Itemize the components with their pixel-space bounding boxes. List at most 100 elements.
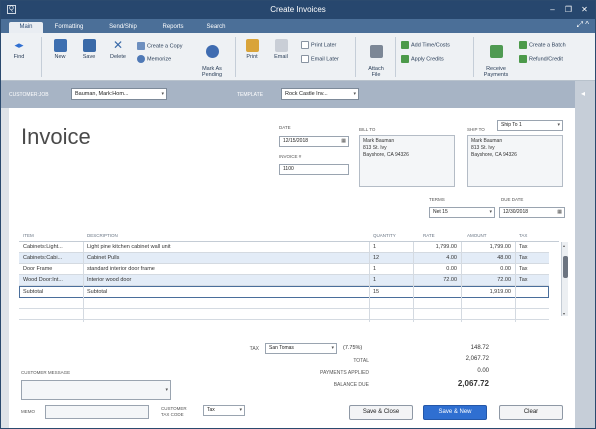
col-rate-header[interactable]: RATE	[423, 233, 435, 238]
customer-job-label: CUSTOMER:JOB	[9, 92, 49, 98]
tax-label: TAX	[249, 346, 259, 352]
clear-button[interactable]: Clear	[499, 405, 563, 420]
col-item-header[interactable]: ITEM	[23, 233, 34, 238]
page-title: Invoice	[21, 124, 91, 149]
chevron-down-icon: ▾	[489, 209, 492, 215]
col-tax-header[interactable]: TAX	[519, 233, 527, 238]
tab-search[interactable]: Search	[199, 22, 233, 33]
printer-icon	[245, 39, 259, 52]
memo-label: MEMO	[21, 409, 35, 414]
terms-label: TERMS	[429, 197, 445, 202]
date-label: DATE	[279, 125, 291, 130]
balance-due-label: BALANCE DUE	[333, 382, 369, 388]
template-label: TEMPLATE	[237, 92, 264, 98]
expand-collapse-icon[interactable]: ⤢ ^	[577, 20, 589, 30]
scroll-up-icon[interactable]: ▴	[563, 243, 565, 248]
save-icon	[82, 39, 96, 52]
terms-select[interactable]: Net 15 ▾	[429, 207, 495, 218]
customer-tax-code-select[interactable]: Tax ▾	[203, 405, 245, 416]
table-row[interactable]: Cabinets:Cabi... Cabinet Pulls 12 4.00 4…	[19, 253, 549, 264]
tab-formatting[interactable]: Formatting	[49, 22, 89, 33]
table-row-selected[interactable]: Subtotal Subtotal 15 1,919.00	[19, 286, 549, 298]
calendar-icon[interactable]: ▦	[557, 208, 562, 217]
chevron-down-icon: ▾	[161, 91, 164, 97]
create-batch-button[interactable]: Create a Batch	[519, 41, 566, 49]
save-button[interactable]: Save	[77, 39, 101, 60]
save-new-button[interactable]: Save & New	[423, 405, 487, 420]
save-close-button[interactable]: Save & Close	[349, 405, 413, 420]
tax-rate: (7.75%)	[343, 345, 363, 351]
customer-message-label: CUSTOMER MESSAGE	[21, 370, 71, 375]
memorize-icon	[137, 55, 145, 63]
title-bar: Q Create Invoices – ❐ ✕	[1, 1, 595, 19]
table-row-empty[interactable]	[19, 298, 549, 309]
tab-reports[interactable]: Reports	[155, 22, 191, 33]
receive-payments-button[interactable]: Receive Payments	[479, 39, 513, 78]
add-time-costs-button[interactable]: Add Time/Costs	[401, 41, 450, 49]
invoice-form: Invoice DATE 12/15/2018 ▦ INVOICE # 1100 …	[9, 108, 575, 428]
memorize-button[interactable]: Memorize	[137, 55, 171, 63]
chevron-down-icon: ▾	[557, 122, 560, 128]
bill-to-address[interactable]: Mark Bauman 813 St. Ivy Bayshore, CA 943…	[359, 135, 455, 187]
col-quantity-header[interactable]: QUANTITY	[373, 233, 396, 238]
attach-file-button[interactable]: Attach File	[363, 39, 389, 78]
refund-credit-button[interactable]: Refund/Credit	[519, 55, 563, 63]
history-panel-toggle[interactable]: ◂	[575, 81, 595, 428]
invoice-number-field[interactable]: 1100	[279, 164, 349, 175]
new-document-icon	[53, 39, 67, 52]
chevron-down-icon: ▾	[239, 407, 242, 413]
close-button[interactable]: ✕	[579, 4, 590, 15]
email-later-checkbox[interactable]: Email Later	[301, 55, 339, 63]
due-date-field[interactable]: 12/30/2018 ▦	[499, 207, 565, 218]
window-title: Create Invoices	[270, 5, 326, 14]
chevron-down-icon: ▾	[165, 387, 168, 393]
table-row-empty[interactable]	[19, 309, 549, 320]
email-button[interactable]: Email	[269, 39, 293, 60]
email-icon	[274, 39, 288, 52]
create-copy-button[interactable]: Create a Copy	[137, 42, 182, 50]
table-scrollbar[interactable]: ▴ ▾	[561, 242, 568, 316]
credits-icon	[401, 55, 409, 63]
tab-main[interactable]: Main	[9, 22, 43, 33]
expand-panel-icon: ◂	[581, 89, 586, 98]
customer-tax-code-label: CUSTOMER TAX CODE	[161, 406, 187, 417]
template-select[interactable]: Rock Castle Inv... ▾	[281, 88, 359, 100]
restore-button[interactable]: ❐	[563, 4, 574, 15]
tax-item-select[interactable]: San Tomas ▾	[265, 343, 337, 354]
ship-to-select[interactable]: Ship To 1 ▾	[497, 120, 563, 131]
table-header: ITEM DESCRIPTION QUANTITY RATE AMOUNT TA…	[19, 230, 559, 242]
chevron-down-icon: ▾	[331, 345, 334, 351]
ship-to-label: SHIP TO	[467, 127, 485, 132]
print-later-checkbox[interactable]: Print Later	[301, 41, 336, 49]
new-button[interactable]: New	[49, 39, 71, 60]
table-row[interactable]: Cabinets:Light... Light pine kitchen cab…	[19, 242, 549, 253]
mark-as-pending-button[interactable]: Mark As Pending	[195, 39, 229, 78]
col-description-header[interactable]: DESCRIPTION	[87, 233, 118, 238]
scrollbar-thumb[interactable]	[563, 256, 568, 278]
payments-applied-amount: 0.00	[477, 368, 489, 374]
memo-field[interactable]	[45, 405, 149, 419]
minimize-button[interactable]: –	[547, 4, 558, 15]
chevron-down-icon: ▾	[353, 91, 356, 97]
tab-send-ship[interactable]: Send/Ship	[101, 22, 145, 33]
print-button[interactable]: Print	[241, 39, 263, 60]
customer-message-select[interactable]: ▾	[21, 380, 171, 400]
time-costs-icon	[401, 41, 409, 49]
scroll-down-icon[interactable]: ▾	[563, 311, 565, 316]
copy-icon	[137, 42, 145, 50]
due-date-label: DUE DATE	[501, 197, 524, 202]
table-row[interactable]: Door Frame standard interior door frame …	[19, 264, 549, 275]
table-row[interactable]: Wood Door:Int... Interior wood door 1 72…	[19, 275, 549, 286]
ship-to-address[interactable]: Mark Bauman 813 St. Ivy Bayshore, CA 943…	[467, 135, 563, 187]
payments-applied-label: PAYMENTS APPLIED	[320, 370, 369, 376]
find-button[interactable]: ◂▸ Find	[7, 39, 31, 60]
customer-job-select[interactable]: Bauman, Mark:Hom... ▾	[71, 88, 167, 100]
calendar-icon[interactable]: ▦	[341, 137, 346, 146]
paperclip-icon	[369, 45, 383, 58]
col-amount-header[interactable]: AMOUNT	[467, 233, 487, 238]
invoice-number-label: INVOICE #	[279, 154, 302, 159]
date-field[interactable]: 12/15/2018 ▦	[279, 136, 349, 147]
delete-button[interactable]: ✕ Delete	[105, 39, 131, 61]
pending-icon	[205, 45, 219, 58]
apply-credits-button[interactable]: Apply Credits	[401, 55, 444, 63]
